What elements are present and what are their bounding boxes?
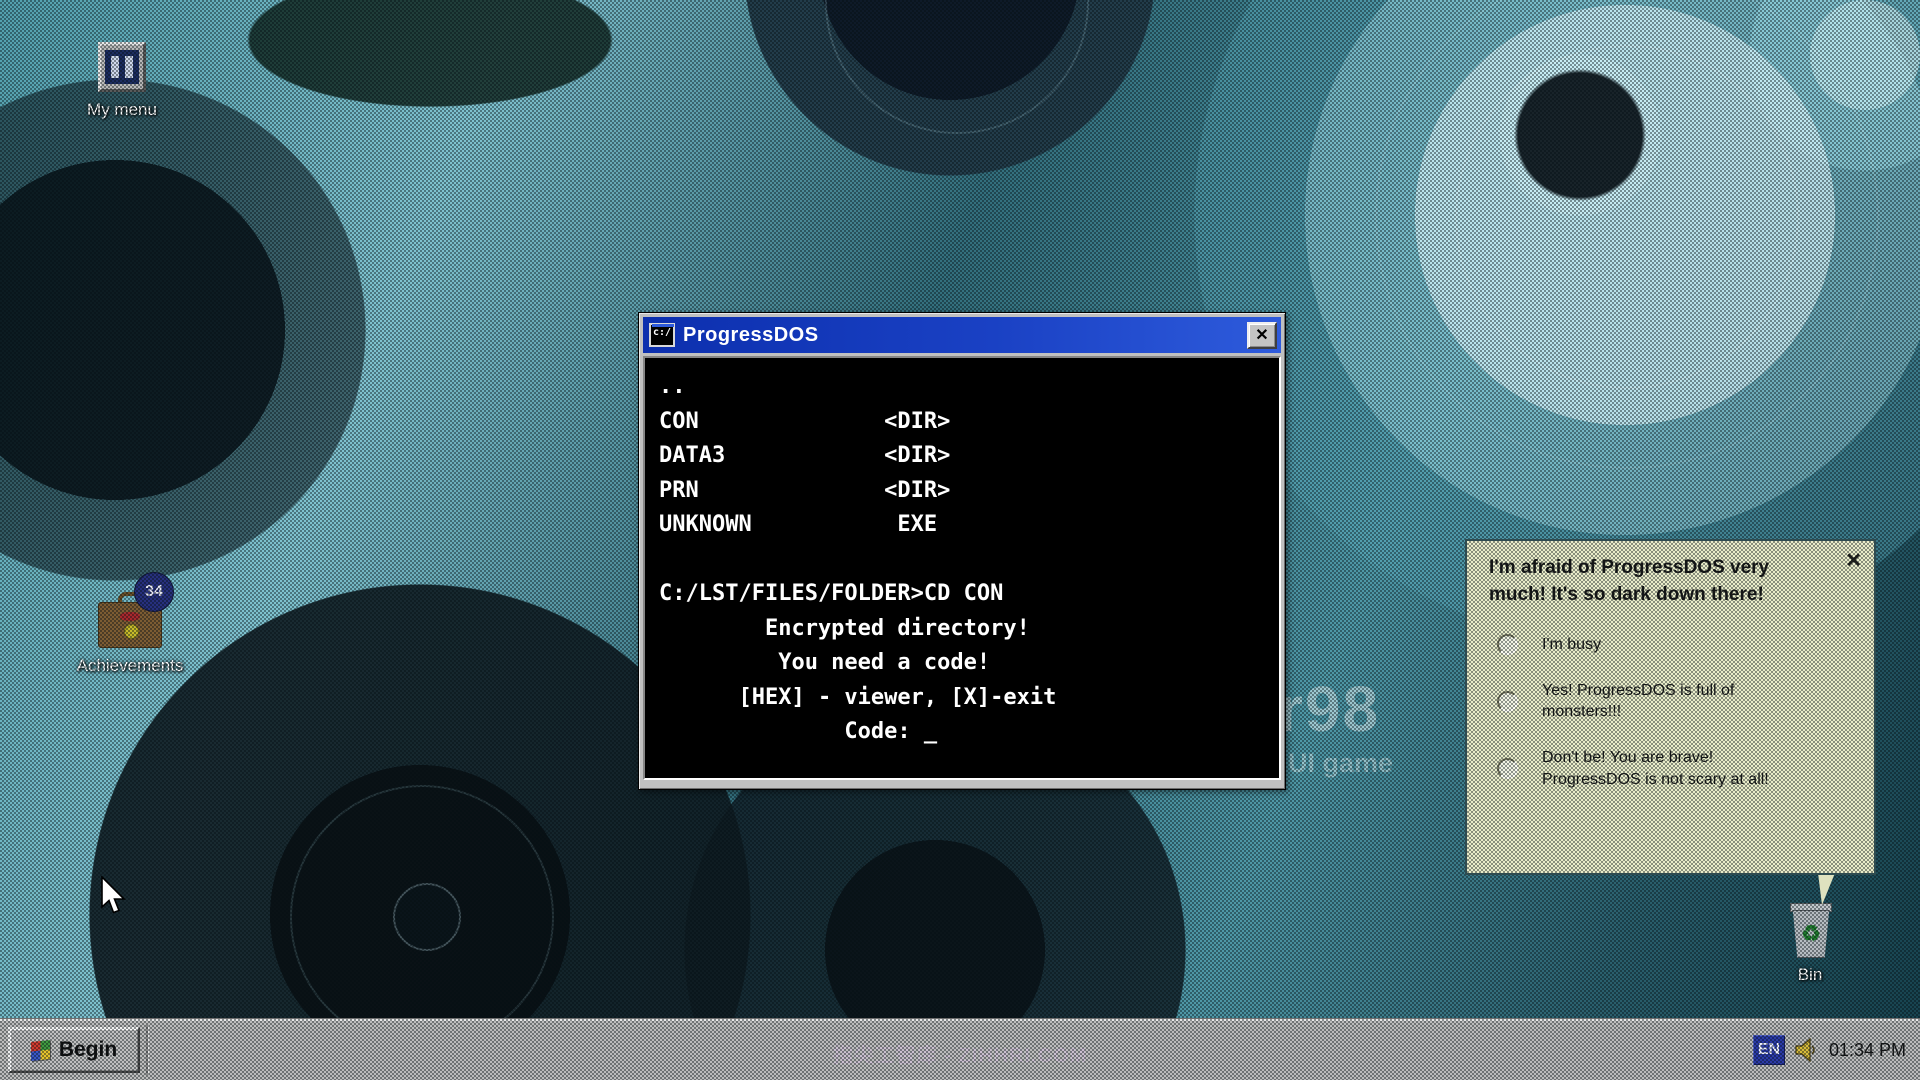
achievements-count-badge: 34	[134, 572, 174, 612]
bin-label: Bin	[1798, 965, 1823, 985]
cd-ring	[825, 0, 1089, 134]
taskbar-separator	[146, 1025, 149, 1075]
option-label: I'm busy	[1542, 634, 1601, 656]
system-tray: EN 01:34 PM	[1753, 1019, 1906, 1080]
begin-button[interactable]: Begin	[8, 1027, 140, 1073]
radio-icon[interactable]	[1497, 758, 1518, 779]
notification-options: I'm busy Yes! ProgressDOS is full of mon…	[1467, 634, 1874, 790]
option-yes-monsters[interactable]: Yes! ProgressDOS is full of monsters!!!	[1497, 680, 1874, 723]
my-menu-icon	[98, 42, 146, 92]
cd-hub	[393, 883, 461, 951]
console-text: .. CON <DIR> DATA3 <DIR> PRN <DIR> UNKNO…	[659, 370, 1265, 750]
recycle-symbol-icon: ♻	[1801, 921, 1821, 947]
screen: r98 UI game My menu 34 Achievements	[0, 0, 1920, 1080]
close-icon[interactable]: ✕	[1845, 551, 1862, 571]
option-dont-be-brave[interactable]: Don't be! You are brave! ProgressDOS is …	[1497, 747, 1874, 790]
cd-ring	[1375, 0, 1879, 469]
clock: 01:34 PM	[1829, 1040, 1906, 1061]
briefcase-icon: 34	[98, 592, 162, 648]
option-label: Don't be! You are brave! ProgressDOS is …	[1542, 747, 1810, 790]
dos-console[interactable]: .. CON <DIR> DATA3 <DIR> PRN <DIR> UNKNO…	[643, 356, 1281, 780]
language-indicator[interactable]: EN	[1753, 1035, 1785, 1065]
desktop-icon-bin[interactable]: ♻ Bin	[1760, 903, 1860, 985]
desktop-icon-achievements[interactable]: 34 Achievements	[48, 592, 212, 676]
achievements-label: Achievements	[77, 656, 184, 676]
speaker-icon[interactable]	[1795, 1038, 1819, 1062]
radio-icon[interactable]	[1497, 634, 1518, 655]
begin-flag-icon	[31, 1040, 50, 1061]
desktop-icon-my-menu[interactable]: My menu	[66, 42, 178, 120]
watermark: 指尖工智库 - ZIHHRI.COM	[833, 1039, 1088, 1068]
wallpaper-text-big: r98	[1278, 672, 1380, 746]
begin-label: Begin	[59, 1038, 117, 1062]
dos-prompt-icon: c:/	[649, 323, 675, 347]
option-im-busy[interactable]: I'm busy	[1497, 634, 1874, 656]
window-title: ProgressDOS	[683, 324, 1247, 347]
progressdos-titlebar[interactable]: c:/ ProgressDOS ✕	[643, 317, 1281, 353]
notification-bubble: ✕ I'm afraid of ProgressDOS very much! I…	[1465, 539, 1876, 875]
progressdos-window: c:/ ProgressDOS ✕ .. CON <DIR> DATA3 <DI…	[638, 312, 1286, 790]
recycle-bin-icon: ♻	[1788, 903, 1832, 957]
notification-message: I'm afraid of ProgressDOS very much! It'…	[1467, 541, 1874, 608]
taskbar: Begin 指尖工智库 - ZIHHRI.COM EN 01:34 PM	[0, 1018, 1920, 1080]
close-button[interactable]: ✕	[1247, 322, 1277, 349]
my-menu-label: My menu	[87, 100, 157, 120]
option-label: Yes! ProgressDOS is full of monsters!!!	[1542, 680, 1810, 723]
notification-tail	[1818, 873, 1835, 905]
radio-icon[interactable]	[1497, 691, 1518, 712]
wallpaper-text-small: UI game	[1288, 748, 1393, 779]
